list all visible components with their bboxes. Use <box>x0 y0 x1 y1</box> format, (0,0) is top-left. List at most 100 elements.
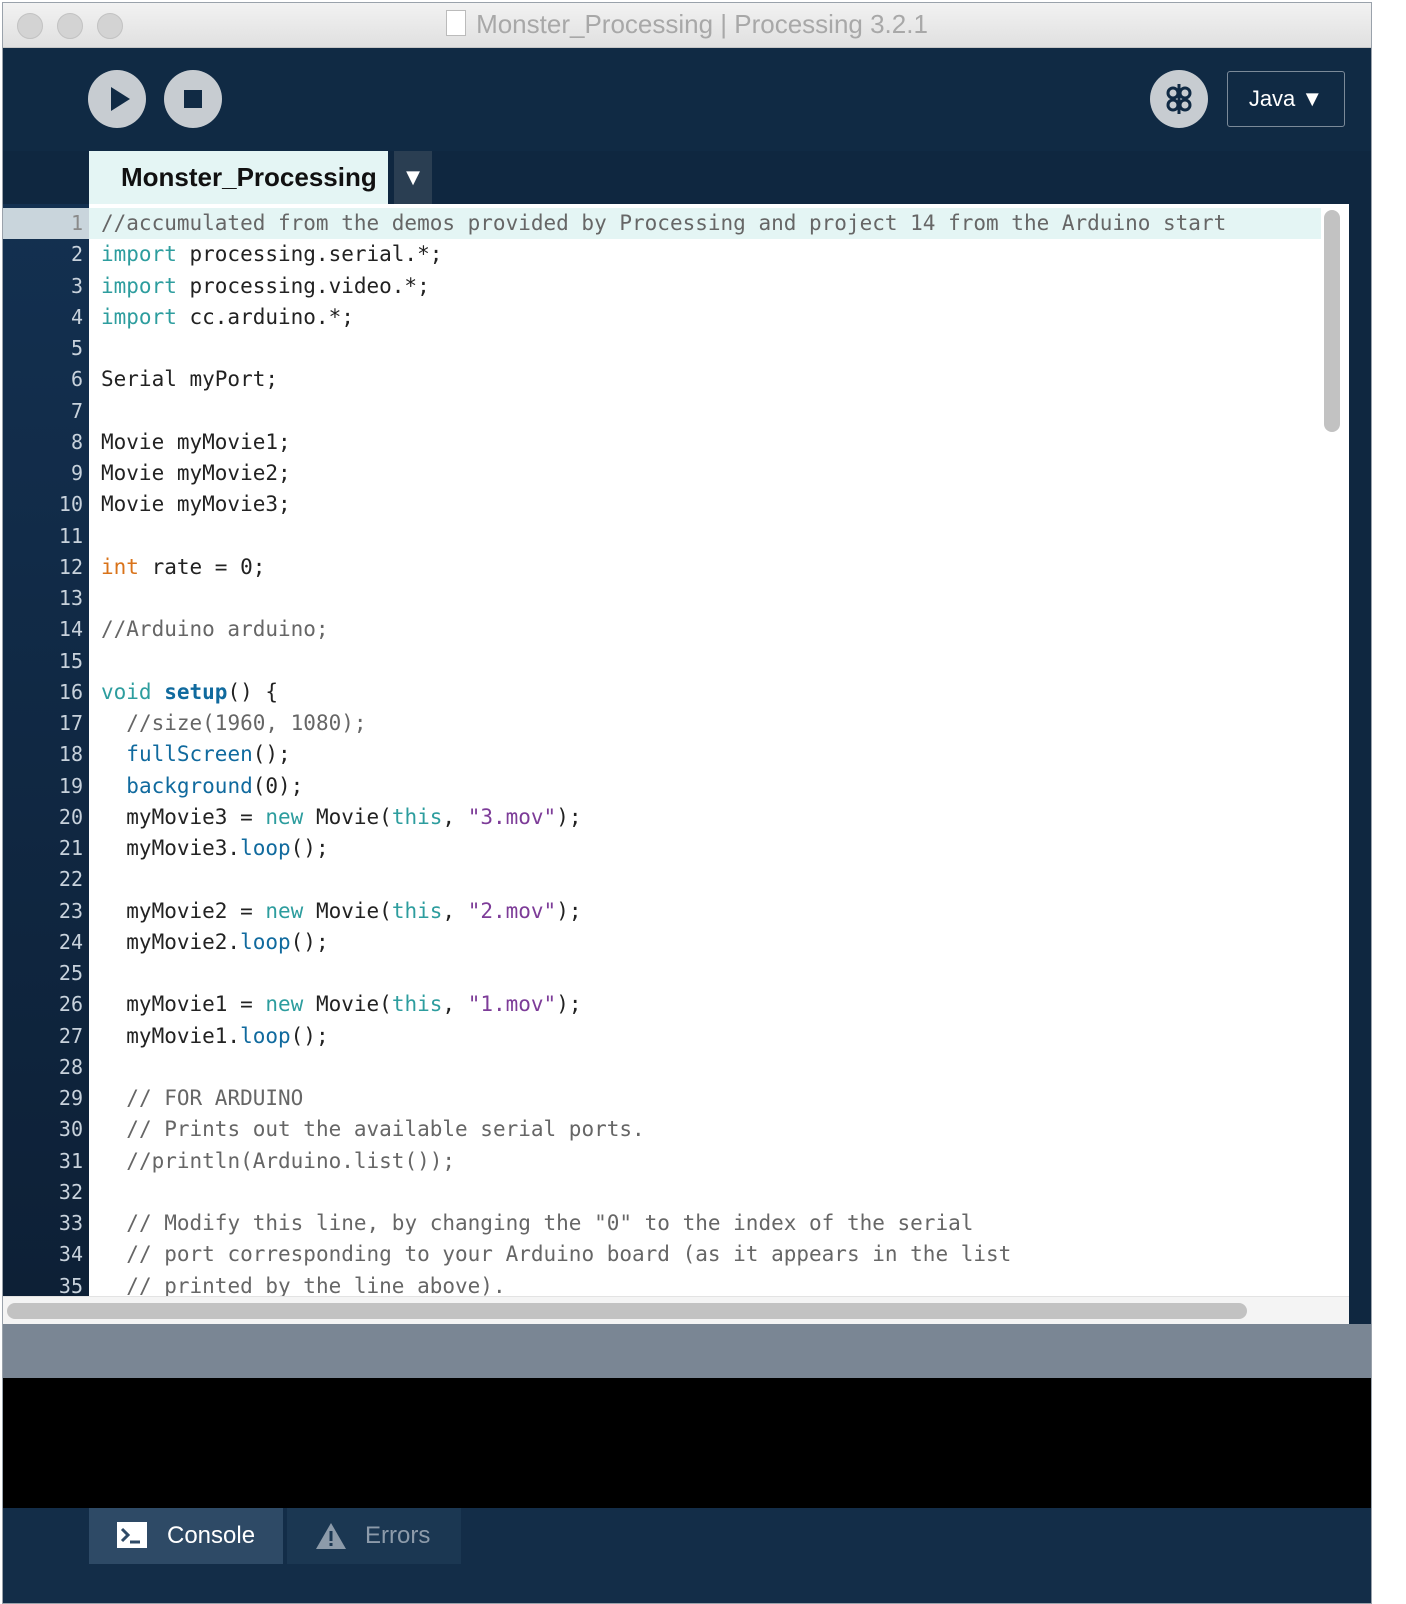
code-line[interactable]: 19 background(0); <box>3 771 1349 802</box>
code-line-text[interactable]: myMovie2 = new Movie(this, "2.mov"); <box>101 896 581 927</box>
horizontal-scrollbar[interactable] <box>3 1296 1349 1325</box>
code-line-text[interactable]: Movie myMovie1; <box>101 427 291 458</box>
code-line[interactable]: 24 myMovie2.loop(); <box>3 927 1349 958</box>
code-line[interactable]: 20 myMovie3 = new Movie(this, "3.mov"); <box>3 802 1349 833</box>
code-line-text[interactable]: // Modify this line, by changing the "0"… <box>101 1208 973 1239</box>
code-line[interactable]: 11 <box>3 521 1349 552</box>
code-line[interactable]: 5 <box>3 333 1349 364</box>
code-line-text[interactable]: void setup() { <box>101 677 278 708</box>
debugger-icon <box>1166 84 1192 114</box>
vertical-scrollbar-thumb[interactable] <box>1324 210 1340 432</box>
code-line[interactable]: 29 // FOR ARDUINO <box>3 1083 1349 1114</box>
line-number: 16 <box>58 679 83 704</box>
stop-icon <box>184 90 202 108</box>
line-number: 21 <box>58 836 83 860</box>
code-line[interactable]: 30 // Prints out the available serial po… <box>3 1114 1349 1145</box>
line-number: 9 <box>70 461 83 485</box>
code-line[interactable]: 35 // printed by the line above). <box>3 1271 1349 1297</box>
line-number: 5 <box>70 336 83 360</box>
code-line-text[interactable]: myMovie1.loop(); <box>101 1021 328 1052</box>
line-number: 30 <box>58 1117 83 1142</box>
code-line[interactable]: 34 // port corresponding to your Arduino… <box>3 1239 1349 1270</box>
code-line[interactable]: 33 // Modify this line, by changing the … <box>3 1208 1349 1239</box>
code-line-text[interactable]: myMovie3.loop(); <box>101 833 328 864</box>
code-line-text[interactable]: import cc.arduino.*; <box>101 302 354 333</box>
code-line-text[interactable]: import processing.serial.*; <box>101 239 442 270</box>
code-line-text[interactable]: //println(Arduino.list()); <box>101 1146 455 1177</box>
code-line[interactable]: 27 myMovie1.loop(); <box>3 1021 1349 1052</box>
line-number: 35 <box>58 1273 83 1297</box>
code-line-text[interactable]: myMovie3 = new Movie(this, "3.mov"); <box>101 802 581 833</box>
console-output[interactable] <box>3 1378 1371 1508</box>
code-editor[interactable]: 1 //accumulated from the demos provided b… <box>3 204 1349 1296</box>
code-line[interactable]: 10 Movie myMovie3; <box>3 489 1349 520</box>
code-line[interactable]: 13 <box>3 583 1349 614</box>
errors-tab-label: Errors <box>365 1522 431 1549</box>
line-number: 20 <box>58 804 83 829</box>
code-line-text[interactable]: import processing.video.*; <box>101 271 430 302</box>
line-number: 32 <box>58 1179 83 1204</box>
code-line[interactable]: 9 Movie myMovie2; <box>3 458 1349 489</box>
code-line[interactable]: 1 //accumulated from the demos provided b… <box>3 208 1349 239</box>
code-line-text[interactable]: myMovie2.loop(); <box>101 927 328 958</box>
line-number: 10 <box>58 492 83 517</box>
horizontal-scrollbar-thumb[interactable] <box>7 1303 1247 1319</box>
code-line[interactable]: 21 myMovie3.loop(); <box>3 833 1349 864</box>
code-line[interactable]: 12 int rate = 0; <box>3 552 1349 583</box>
code-line[interactable]: 32 <box>3 1177 1349 1208</box>
line-number: 27 <box>58 1023 83 1048</box>
code-line-text[interactable]: // port corresponding to your Arduino bo… <box>101 1239 1011 1270</box>
code-line-text[interactable]: //accumulated from the demos provided by… <box>101 208 1226 239</box>
code-line-text[interactable]: //size(1960, 1080); <box>101 708 366 739</box>
code-line[interactable]: 3 import processing.video.*; <box>3 271 1349 302</box>
line-number: 24 <box>58 929 83 954</box>
code-line[interactable]: 23 myMovie2 = new Movie(this, "2.mov"); <box>3 896 1349 927</box>
code-line[interactable]: 7 <box>3 396 1349 427</box>
code-line[interactable]: 8 Movie myMovie1; <box>3 427 1349 458</box>
code-line-text[interactable]: Serial myPort; <box>101 364 278 395</box>
code-line[interactable]: 25 <box>3 958 1349 989</box>
tab-errors[interactable]: Errors <box>287 1508 461 1564</box>
tab-monster-processing[interactable]: Monster_Processing <box>89 151 388 204</box>
line-number: 19 <box>58 773 83 798</box>
code-line[interactable]: 4 import cc.arduino.*; <box>3 302 1349 333</box>
console-tab-label: Console <box>167 1522 256 1549</box>
line-number: 7 <box>70 398 83 423</box>
code-line[interactable]: 26 myMovie1 = new Movie(this, "1.mov"); <box>3 989 1349 1020</box>
tab-console[interactable]: Console <box>89 1508 283 1564</box>
code-line[interactable]: 22 <box>3 864 1349 895</box>
code-line-text[interactable]: //Arduino arduino; <box>101 614 329 645</box>
code-line-text[interactable]: // printed by the line above). <box>101 1271 505 1297</box>
code-line-text[interactable]: fullScreen(); <box>101 739 290 770</box>
stop-button[interactable] <box>164 70 222 128</box>
code-line-text[interactable]: background(0); <box>101 771 303 802</box>
code-line[interactable]: 15 <box>3 646 1349 677</box>
code-line[interactable]: 18 fullScreen(); <box>3 739 1349 770</box>
status-bar[interactable] <box>3 1324 1371 1378</box>
mode-selector[interactable]: Java ▼ <box>1227 71 1345 127</box>
code-line-text[interactable]: Movie myMovie2; <box>101 458 291 489</box>
code-line[interactable]: 16 void setup() { <box>3 677 1349 708</box>
debugger-button[interactable] <box>1150 70 1208 128</box>
code-line[interactable]: 14 //Arduino arduino; <box>3 614 1349 645</box>
code-line-text[interactable]: Movie myMovie3; <box>101 489 291 520</box>
code-line-text[interactable]: myMovie1 = new Movie(this, "1.mov"); <box>101 989 581 1020</box>
line-number: 28 <box>58 1054 83 1079</box>
code-line[interactable]: 28 <box>3 1052 1349 1083</box>
run-button[interactable] <box>88 70 146 128</box>
line-number: 1 <box>3 208 89 239</box>
window-title-wrap: Monster_Processing | Processing 3.2.1 <box>3 9 1371 40</box>
toolbar: Java ▼ <box>3 48 1371 151</box>
footer-panel: Console Errors <box>3 1508 1371 1603</box>
tab-menu-button[interactable]: ▼ <box>394 151 432 204</box>
warning-icon <box>316 1523 346 1549</box>
code-line[interactable]: 17 //size(1960, 1080); <box>3 708 1349 739</box>
code-line[interactable]: 6 Serial myPort; <box>3 364 1349 395</box>
code-line[interactable]: 31 //println(Arduino.list()); <box>3 1146 1349 1177</box>
code-line-text[interactable]: // Prints out the available serial ports… <box>101 1114 644 1145</box>
line-number: 11 <box>58 523 83 548</box>
code-line-text[interactable]: // FOR ARDUINO <box>101 1083 303 1114</box>
code-line-text[interactable]: int rate = 0; <box>101 552 265 583</box>
play-icon <box>111 87 130 111</box>
code-line[interactable]: 2 import processing.serial.*; <box>3 239 1349 270</box>
